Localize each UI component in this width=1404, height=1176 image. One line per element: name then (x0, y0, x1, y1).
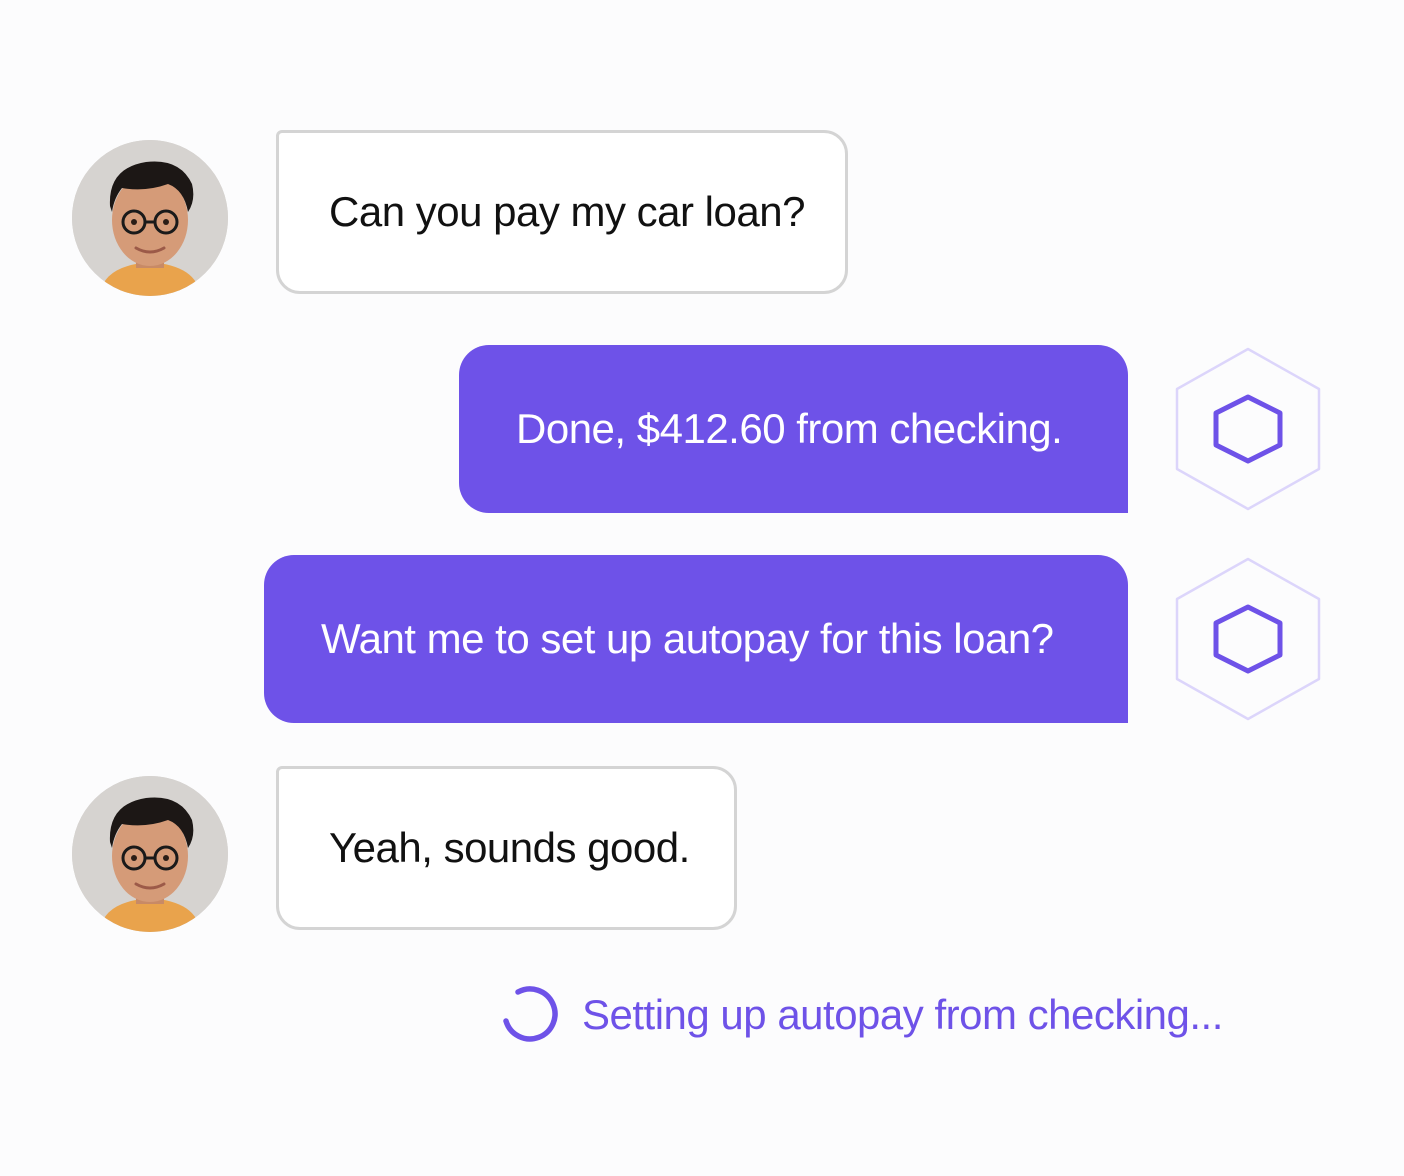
user-avatar-photo-icon (72, 776, 228, 932)
message-text: Yeah, sounds good. (329, 824, 690, 871)
user-message-bubble: Yeah, sounds good. (276, 766, 737, 930)
status-text: Setting up autopay from checking... (582, 991, 1223, 1038)
agent-avatar (1173, 345, 1323, 513)
status-indicator: Setting up autopay from checking... (498, 984, 1223, 1046)
hexagon-icon (1175, 557, 1321, 721)
agent-message-bubble: Want me to set up autopay for this loan? (264, 555, 1128, 723)
user-message-bubble: Can you pay my car loan? (276, 130, 848, 294)
spinner-icon (503, 986, 558, 1042)
user-avatar (72, 140, 228, 296)
message-text: Done, $412.60 from checking. (516, 405, 1063, 452)
agent-message-bubble: Done, $412.60 from checking. (459, 345, 1128, 513)
user-avatar-photo-icon (72, 140, 228, 296)
message-text: Can you pay my car loan? (329, 188, 805, 235)
agent-avatar (1173, 555, 1323, 723)
user-avatar (72, 776, 228, 932)
message-text: Want me to set up autopay for this loan? (321, 615, 1054, 662)
hexagon-icon (1175, 347, 1321, 511)
